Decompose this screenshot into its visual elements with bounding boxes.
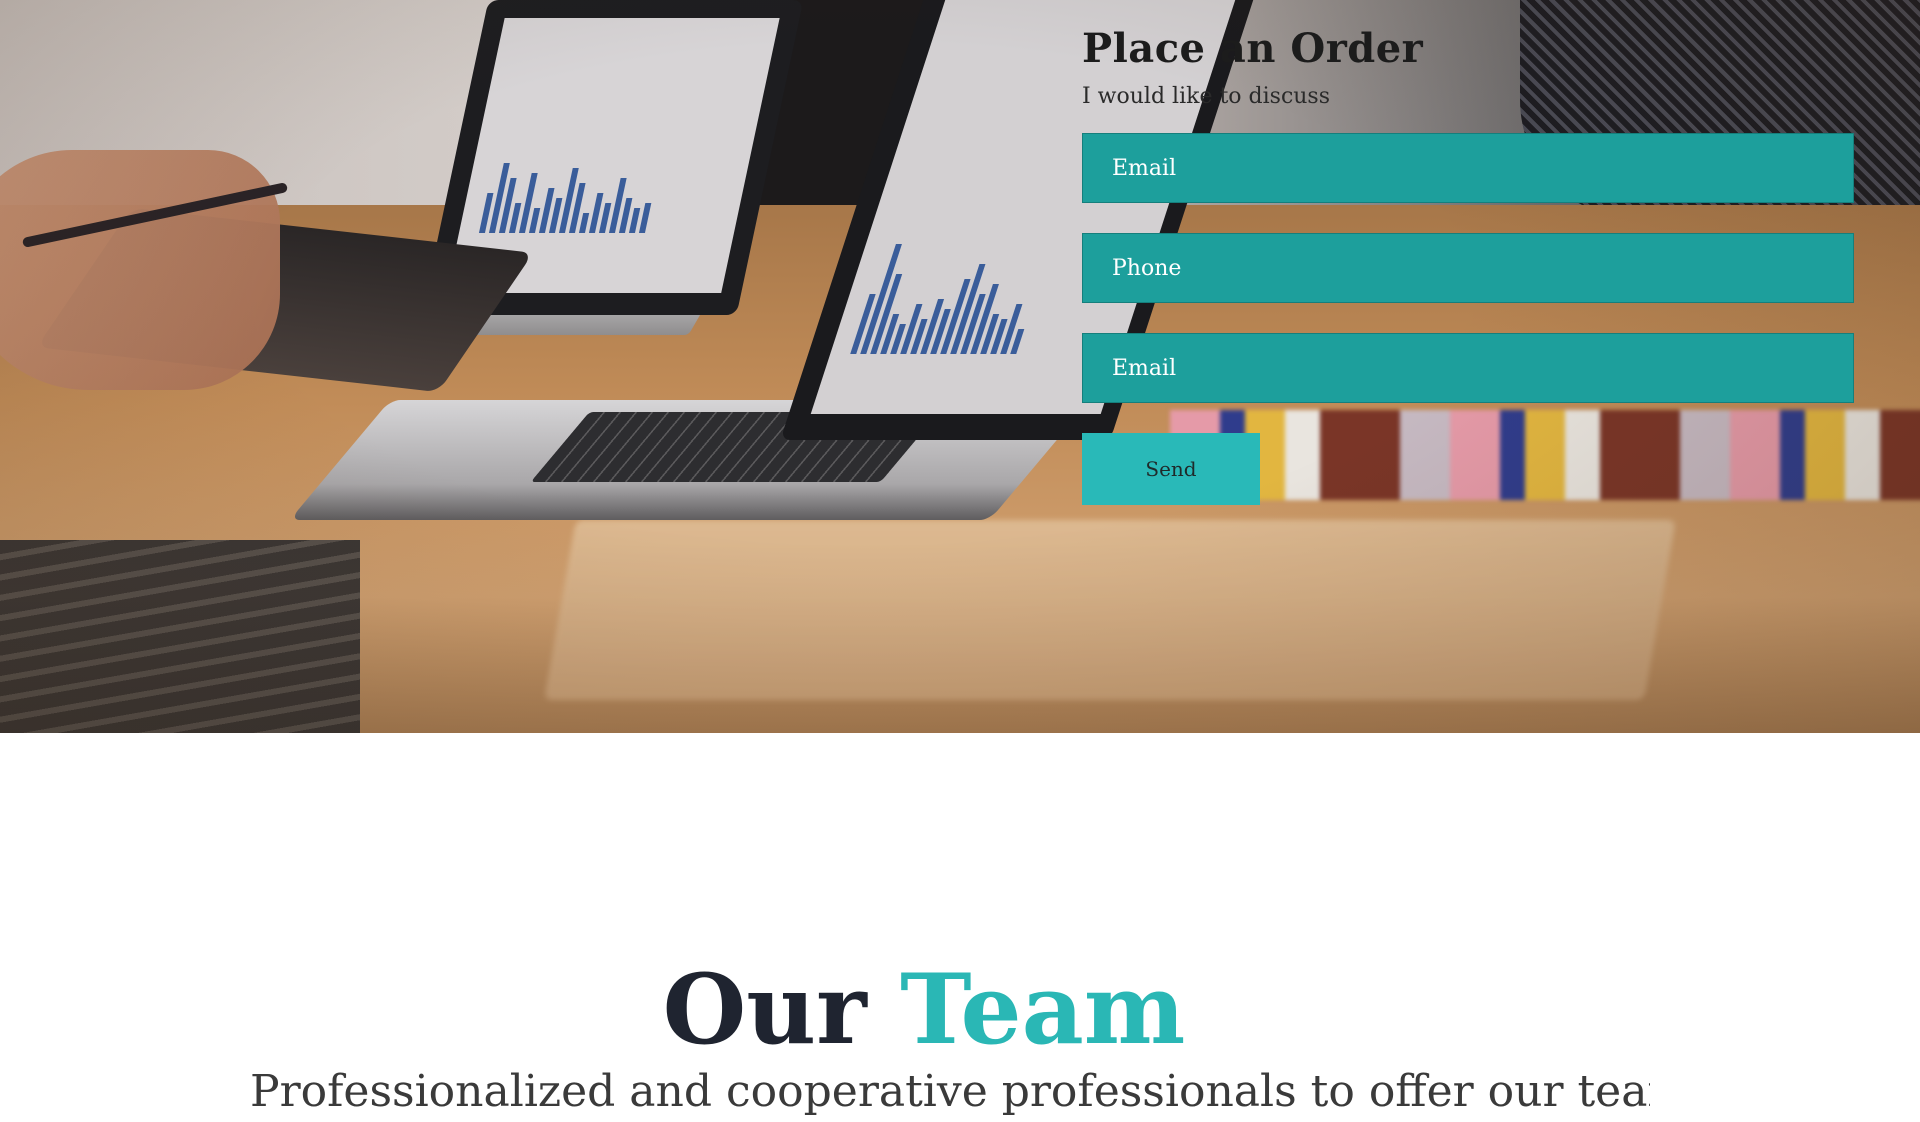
- order-form: Place an Order I would like to discuss S…: [1082, 22, 1854, 505]
- email-field-2[interactable]: [1082, 333, 1854, 403]
- email-field[interactable]: [1082, 133, 1854, 203]
- order-form-title: Place an Order: [1082, 25, 1424, 72]
- team-title-accent: Team: [900, 953, 1186, 1066]
- team-section-subtitle: Professionalized and cooperative profess…: [250, 1066, 1650, 1117]
- send-button[interactable]: Send: [1082, 433, 1260, 505]
- order-form-subtitle: I would like to discuss: [1082, 84, 1331, 109]
- phone-field[interactable]: [1082, 233, 1854, 303]
- team-title-part1: Our: [662, 953, 867, 1066]
- team-section-title: Our Team: [0, 955, 1848, 1065]
- hero-section: Place an Order I would like to discuss S…: [0, 0, 1920, 733]
